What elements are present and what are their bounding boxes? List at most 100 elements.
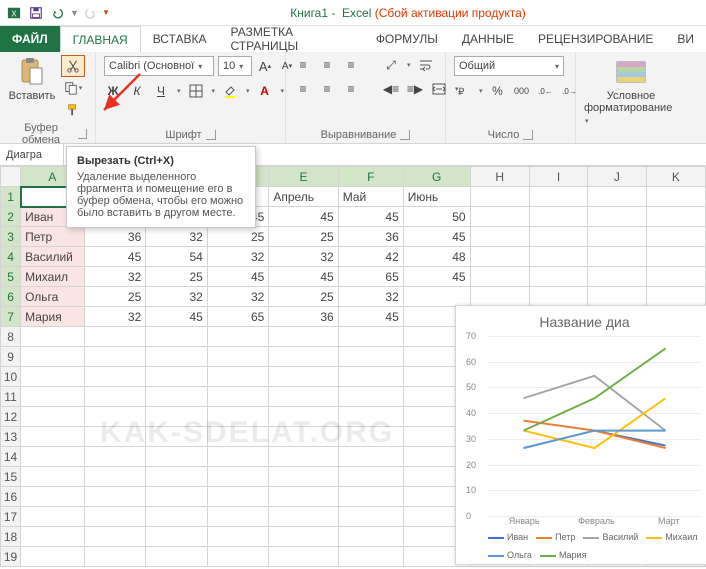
cell[interactable]: 45 [207,267,269,287]
tab-view[interactable]: ВИ [665,26,706,52]
row-header[interactable]: 2 [1,207,21,227]
name-box[interactable]: Диагра [0,144,64,165]
paste-button[interactable]: Вставить [8,56,56,102]
cell[interactable]: 32 [338,287,403,307]
font-size-combo[interactable]: 10▾ [218,56,252,76]
align-bottom-icon[interactable]: ≡ [342,56,360,74]
italic-button[interactable]: К [128,82,146,100]
tab-review[interactable]: РЕЦЕНЗИРОВАНИЕ [526,26,665,52]
cell[interactable]: 32 [84,307,146,327]
cell[interactable]: 45 [338,207,403,227]
border-button[interactable] [187,82,205,100]
save-icon[interactable] [26,3,46,23]
cell[interactable]: 45 [403,227,470,247]
cell[interactable]: Май [338,187,403,207]
row-header[interactable]: 1 [1,187,21,207]
col-header[interactable]: J [588,167,647,187]
cell[interactable]: 42 [338,247,403,267]
row-header[interactable]: 7 [1,307,21,327]
cell[interactable]: 25 [84,287,146,307]
cell[interactable]: Ольга [21,287,85,307]
format-painter-button[interactable] [62,100,84,120]
select-all-corner[interactable] [1,167,21,187]
align-right-icon[interactable]: ≡ [342,80,360,98]
tab-data[interactable]: ДАННЫЕ [450,26,526,52]
fill-color-button[interactable] [221,82,239,100]
align-center-icon[interactable]: ≡ [318,80,336,98]
cell[interactable]: 36 [84,227,146,247]
cell[interactable]: 32 [146,287,208,307]
cell[interactable]: 36 [338,227,403,247]
conditional-formatting-button[interactable]: Условное форматирование ▾ [584,56,678,126]
col-header[interactable]: H [470,167,529,187]
cell[interactable]: 32 [269,247,338,267]
col-header[interactable]: E [269,167,338,187]
row-header[interactable]: 17 [1,507,21,527]
cell[interactable]: 54 [146,247,208,267]
row-header[interactable]: 18 [1,527,21,547]
cell[interactable]: 32 [146,227,208,247]
align-top-icon[interactable]: ≡ [294,56,312,74]
row-header[interactable]: 12 [1,407,21,427]
cell[interactable]: 32 [207,287,269,307]
tab-insert[interactable]: ВСТАВКА [141,26,219,52]
cell[interactable]: Василий [21,247,85,267]
row-header[interactable]: 16 [1,487,21,507]
cell[interactable]: 25 [269,227,338,247]
cell[interactable]: 32 [207,247,269,267]
decrease-indent-icon[interactable]: ◀≡ [382,80,400,98]
row-header[interactable]: 11 [1,387,21,407]
row-header[interactable]: 10 [1,367,21,387]
accounting-format-icon[interactable]: ₽ [454,82,472,100]
col-header[interactable]: G [403,167,470,187]
clipboard-launcher-icon[interactable] [78,129,87,139]
cell[interactable]: 45 [269,267,338,287]
underline-button[interactable]: Ч [152,82,170,100]
redo-icon[interactable] [80,3,100,23]
percent-icon[interactable]: % [489,82,507,100]
comma-icon[interactable]: 000 [513,82,531,100]
tab-file[interactable]: ФАЙЛ [0,26,60,52]
undo-icon[interactable] [48,3,68,23]
cell[interactable]: 25 [269,287,338,307]
cell[interactable]: 45 [338,307,403,327]
cell[interactable]: 65 [207,307,269,327]
row-header[interactable]: 3 [1,227,21,247]
cell[interactable]: 45 [146,307,208,327]
cell[interactable]: Июнь [403,187,470,207]
row-header[interactable]: 8 [1,327,21,347]
font-color-button[interactable]: A [256,82,274,100]
alignment-launcher-icon[interactable] [400,130,410,140]
cell[interactable] [403,287,470,307]
qat-dropdown-icon[interactable]: ▼ [70,8,78,18]
col-header[interactable]: K [646,167,705,187]
cell[interactable]: 45 [84,247,146,267]
cell[interactable]: Петр [21,227,85,247]
cell[interactable]: 50 [403,207,470,227]
font-launcher-icon[interactable] [206,130,216,140]
copy-button[interactable]: ▾ [62,78,84,98]
cell[interactable]: 48 [403,247,470,267]
tab-formulas[interactable]: ФОРМУЛЫ [364,26,450,52]
cell[interactable]: 36 [269,307,338,327]
cell[interactable]: 25 [207,227,269,247]
cell[interactable]: 45 [269,207,338,227]
row-header[interactable]: 5 [1,267,21,287]
orientation-icon[interactable]: ⤢ [382,56,400,74]
grow-font-icon[interactable]: A▴ [256,57,274,75]
embedded-chart[interactable]: Название диа 010203040506070 ЯнварьФевра… [455,305,706,565]
row-header[interactable]: 6 [1,287,21,307]
increase-indent-icon[interactable]: ≡▶ [406,80,424,98]
row-header[interactable]: 15 [1,467,21,487]
cell[interactable]: 65 [338,267,403,287]
wrap-text-icon[interactable] [417,56,435,74]
qat-customize-icon[interactable]: ▾ [102,7,110,18]
cell[interactable]: Апрель [269,187,338,207]
number-format-combo[interactable]: Общий▾ [454,56,564,76]
tab-home[interactable]: ГЛАВНАЯ [60,26,141,52]
chart-title[interactable]: Название диа [464,314,705,330]
cell[interactable]: Мария [21,307,85,327]
row-header[interactable]: 19 [1,547,21,567]
cell[interactable]: Михаил [21,267,85,287]
align-left-icon[interactable]: ≡ [294,80,312,98]
